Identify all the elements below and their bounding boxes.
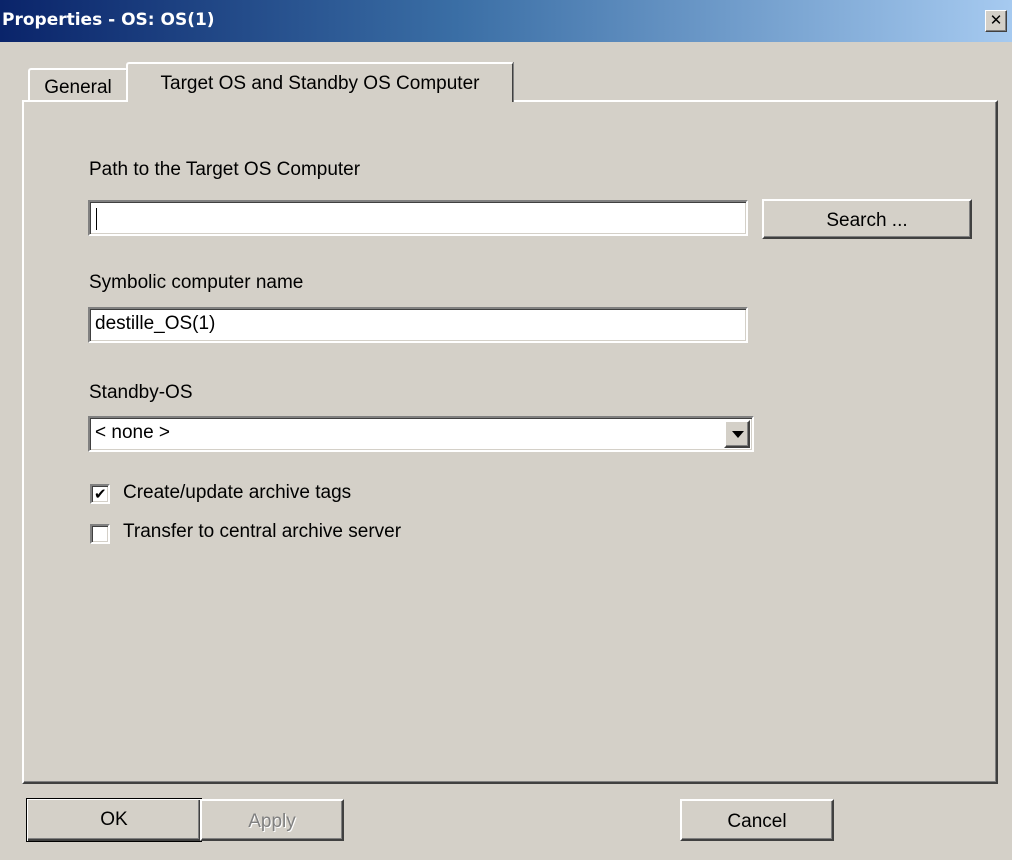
ok-button[interactable]: OK — [26, 798, 202, 842]
title-bar: Properties - OS: OS(1) ✕ — [0, 0, 1012, 42]
transfer-archive-server-checkbox[interactable] — [90, 524, 110, 544]
search-button[interactable]: Search ... — [762, 199, 972, 239]
transfer-archive-server-label: Transfer to central archive server — [123, 521, 402, 542]
apply-button[interactable]: Apply — [200, 799, 344, 841]
close-icon: ✕ — [989, 11, 1003, 29]
standby-os-selected-value: < none > — [95, 422, 171, 443]
standby-os-label: Standby-OS — [89, 382, 193, 403]
symbolic-name-value: destille_OS(1) — [95, 313, 216, 334]
target-path-label: Path to the Target OS Computer — [89, 159, 361, 180]
properties-dialog: Properties - OS: OS(1) ✕ General Target … — [0, 0, 1012, 860]
target-path-input[interactable] — [88, 200, 748, 236]
checkmark-icon: ✔ — [94, 485, 107, 503]
search-button-label: Search ... — [826, 210, 908, 231]
chevron-down-icon[interactable] — [724, 420, 750, 448]
tab-panel: Path to the Target OS Computer Search ..… — [22, 100, 998, 784]
create-archive-tags-label: Create/update archive tags — [123, 482, 352, 503]
text-caret — [96, 208, 97, 230]
tab-target-os-and-standby-os-computer[interactable]: Target OS and Standby OS Computer — [126, 62, 514, 102]
tab-general-label: General — [44, 77, 112, 98]
cancel-button-label: Cancel — [727, 811, 787, 832]
tab-target-label: Target OS and Standby OS Computer — [160, 73, 480, 94]
ok-button-label: OK — [100, 809, 128, 830]
symbolic-name-label: Symbolic computer name — [89, 272, 304, 293]
cancel-button[interactable]: Cancel — [680, 799, 834, 841]
tab-general[interactable]: General — [28, 68, 128, 100]
apply-button-label: Apply — [248, 811, 296, 832]
window-title: Properties - OS: OS(1) — [2, 10, 215, 30]
close-button[interactable]: ✕ — [985, 10, 1007, 32]
standby-os-select[interactable]: < none > — [88, 416, 754, 452]
create-archive-tags-checkbox[interactable]: ✔ — [90, 484, 110, 504]
symbolic-name-input[interactable]: destille_OS(1) — [88, 307, 748, 343]
